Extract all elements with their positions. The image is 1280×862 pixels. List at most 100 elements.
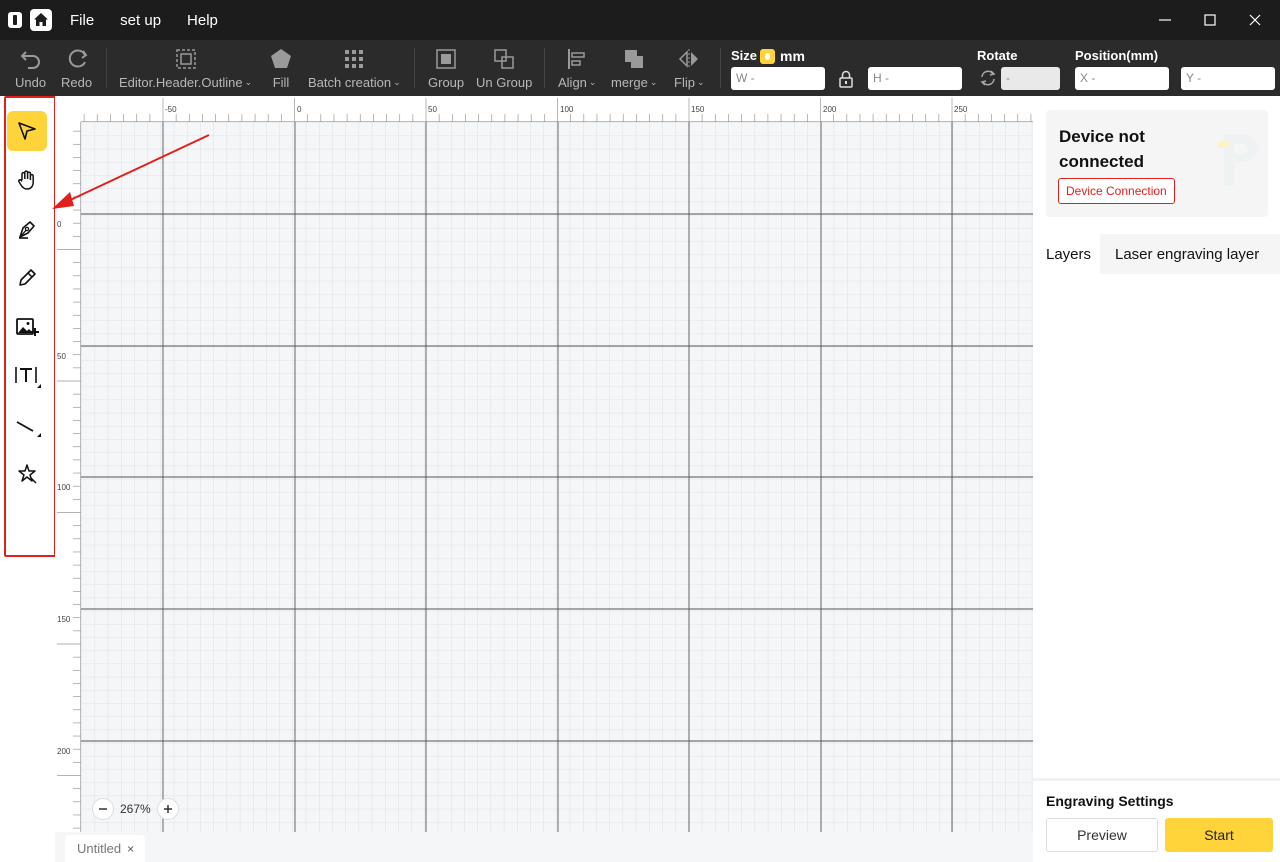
ruler-label: 200 bbox=[823, 105, 837, 114]
zoom-value: 267% bbox=[120, 802, 151, 816]
grid-dots-icon bbox=[345, 50, 364, 68]
device-status-card: Device not connected Device Connection bbox=[1046, 110, 1268, 217]
close-window-button[interactable] bbox=[1237, 0, 1272, 40]
merge-button[interactable]: merge ⌄ bbox=[611, 47, 657, 90]
height-input[interactable]: H - bbox=[868, 67, 962, 90]
fill-label: Fill bbox=[272, 75, 290, 90]
tab-laser-engraving-layer[interactable]: Laser engraving layer bbox=[1115, 234, 1259, 274]
panel-divider bbox=[1033, 778, 1280, 781]
minus-icon bbox=[99, 808, 107, 810]
redo-button[interactable]: Redo bbox=[61, 47, 92, 90]
tab-layers[interactable]: Layers bbox=[1033, 234, 1100, 274]
flip-label: Flip bbox=[674, 75, 695, 90]
menu-setup[interactable]: set up bbox=[120, 12, 161, 29]
align-left-icon bbox=[568, 49, 585, 69]
unit-toggle-dot bbox=[760, 48, 775, 64]
brand-logo-watermark bbox=[1218, 134, 1258, 186]
flip-icon bbox=[679, 49, 699, 69]
toolbar-divider bbox=[106, 48, 107, 88]
ruler-label: 100 bbox=[57, 483, 71, 492]
outline-button[interactable]: Editor.Header.Outline ⌄ bbox=[119, 47, 252, 90]
ruler-label: 0 bbox=[57, 220, 62, 229]
menu-help[interactable]: Help bbox=[187, 12, 218, 29]
ruler-label: -50 bbox=[165, 105, 177, 114]
menu-file[interactable]: File bbox=[70, 12, 94, 29]
ruler-label: 250 bbox=[954, 105, 968, 114]
document-tab[interactable]: Untitled × bbox=[65, 835, 145, 862]
align-label: Align bbox=[558, 75, 587, 90]
position-label: Position(mm) bbox=[1075, 48, 1159, 63]
maximize-button[interactable] bbox=[1192, 0, 1227, 40]
redo-label: Redo bbox=[61, 75, 93, 90]
lock-ratio-button[interactable] bbox=[838, 70, 854, 88]
width-input[interactable]: W - bbox=[731, 67, 825, 90]
right-panel: Device not connected Device Connection L… bbox=[1033, 96, 1280, 862]
ruler-top-ticks bbox=[83, 98, 1032, 122]
zoom-in-button[interactable] bbox=[156, 798, 179, 820]
device-status-text: Device not connected bbox=[1059, 127, 1145, 171]
device-connection-button[interactable]: Device Connection bbox=[1058, 178, 1175, 204]
ungroup-icon bbox=[494, 49, 514, 69]
close-icon bbox=[1249, 14, 1260, 26]
rotate-button[interactable] bbox=[979, 69, 997, 87]
ruler-label: 50 bbox=[57, 352, 66, 361]
minimize-icon bbox=[1158, 19, 1171, 21]
lock-icon bbox=[839, 70, 853, 88]
group-button[interactable]: Group bbox=[428, 47, 464, 90]
close-tab-icon[interactable]: × bbox=[127, 842, 134, 856]
fill-pentagon-icon bbox=[271, 49, 291, 68]
ungroup-button[interactable]: Un Group bbox=[476, 47, 532, 90]
ruler-label: 200 bbox=[57, 747, 71, 756]
preview-button[interactable]: Preview bbox=[1046, 818, 1158, 852]
group-label: Group bbox=[428, 75, 465, 90]
start-button[interactable]: Start bbox=[1165, 818, 1273, 852]
tab-layers-label: Layers bbox=[1046, 245, 1092, 263]
tab-laser-label: Laser engraving layer bbox=[1115, 245, 1260, 263]
engraving-settings-title: Engraving Settings bbox=[1046, 793, 1174, 809]
fill-button[interactable]: Fill bbox=[269, 47, 293, 90]
ruler-label: 100 bbox=[560, 105, 574, 114]
align-button[interactable]: Align ⌄ bbox=[558, 47, 596, 90]
flip-button[interactable]: Flip ⌄ bbox=[674, 47, 705, 90]
ruler-label: 0 bbox=[297, 105, 302, 114]
home-button[interactable] bbox=[30, 9, 52, 31]
merge-label: merge bbox=[611, 75, 648, 90]
unit-label: mm bbox=[780, 48, 805, 64]
design-canvas[interactable] bbox=[55, 96, 1033, 832]
zoom-out-button[interactable] bbox=[92, 798, 114, 820]
toolbar-divider bbox=[414, 48, 415, 88]
ruler-label: 150 bbox=[57, 615, 71, 624]
undo-icon bbox=[20, 51, 40, 69]
size-label: Size bbox=[731, 48, 758, 63]
ungroup-label: Un Group bbox=[476, 75, 533, 90]
undo-label: Undo bbox=[15, 75, 47, 90]
ruler-label: 150 bbox=[691, 105, 705, 114]
ruler-top: -50 0 50 100 150 200 250 bbox=[55, 96, 1033, 122]
undo-button[interactable]: Undo bbox=[15, 47, 46, 90]
rotate-input[interactable]: - bbox=[1001, 67, 1060, 90]
document-tab-bar: Untitled × bbox=[55, 832, 1033, 862]
minimize-button[interactable] bbox=[1147, 0, 1182, 40]
y-input[interactable]: Y - bbox=[1181, 67, 1275, 90]
panel-tabs: Layers Laser engraving layer bbox=[1033, 234, 1280, 274]
annotation-highlight-box bbox=[4, 96, 56, 557]
app-logo bbox=[8, 12, 22, 28]
main-toolbar: Undo Redo Editor.Header.Outline ⌄ Fill Ba… bbox=[0, 40, 1280, 96]
toolbar-divider bbox=[720, 48, 721, 88]
x-input[interactable]: X - bbox=[1075, 67, 1169, 90]
maximize-icon bbox=[1203, 14, 1216, 26]
title-bar: File set up Help bbox=[0, 0, 1280, 40]
zoom-control: 267% bbox=[92, 796, 179, 822]
redo-icon bbox=[68, 49, 87, 68]
batch-creation-button[interactable]: Batch creation ⌄ bbox=[308, 47, 401, 90]
ruler-corner bbox=[55, 96, 81, 122]
rotate-icon bbox=[980, 70, 996, 86]
plus-icon bbox=[163, 805, 172, 813]
toolbar-divider bbox=[544, 48, 545, 88]
canvas-grid bbox=[81, 122, 1033, 832]
outline-icon bbox=[175, 49, 196, 69]
batch-label: Batch creation bbox=[308, 75, 392, 90]
group-icon bbox=[436, 49, 456, 69]
unit-toggle[interactable]: mm bbox=[760, 48, 805, 64]
merge-icon bbox=[625, 50, 644, 68]
